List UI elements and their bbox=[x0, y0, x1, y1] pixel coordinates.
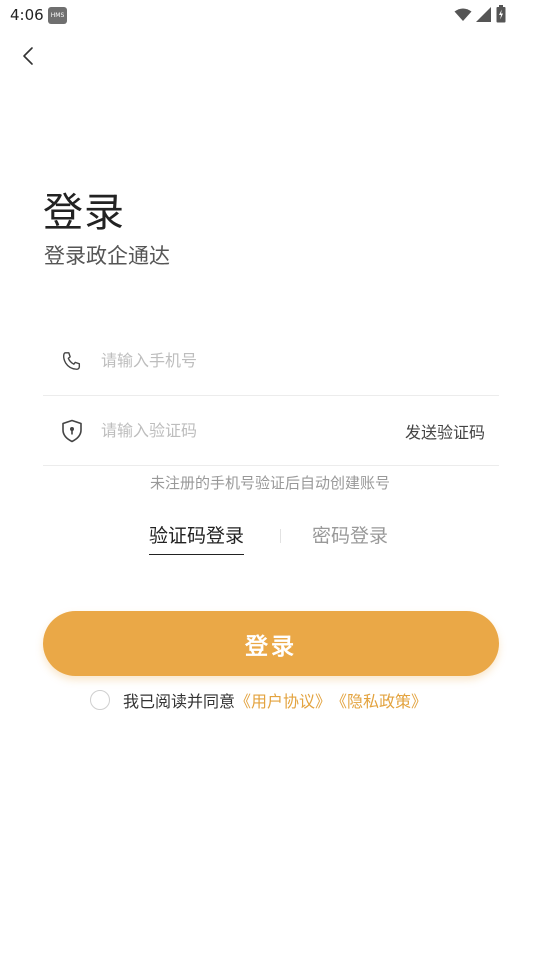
user-agreement-link[interactable]: 《用户协议》 bbox=[235, 688, 331, 712]
shield-icon bbox=[43, 419, 101, 443]
phone-icon bbox=[43, 350, 101, 372]
agreement-row: 我已阅读并同意 《用户协议》 《隐私政策》 bbox=[90, 688, 427, 712]
tab-divider bbox=[280, 529, 281, 543]
wifi-icon bbox=[454, 7, 472, 26]
page-subtitle: 登录政企通达 bbox=[44, 244, 170, 268]
agreement-prefix: 我已阅读并同意 bbox=[123, 692, 236, 711]
status-bar: 4:06 HMS bbox=[0, 0, 540, 32]
login-mode-tabs: 验证码登录 密码登录 bbox=[0, 521, 540, 557]
page-title: 登录 bbox=[43, 190, 125, 236]
login-button[interactable]: 登录 bbox=[43, 611, 499, 676]
back-icon bbox=[22, 46, 34, 70]
signal-icon bbox=[476, 6, 492, 26]
privacy-policy-link[interactable]: 《隐私政策》 bbox=[331, 688, 427, 712]
register-hint: 未注册的手机号验证后自动创建账号 bbox=[149, 474, 390, 492]
agreement-checkbox[interactable] bbox=[90, 690, 110, 710]
code-field-row: 发送验证码 bbox=[43, 396, 499, 466]
status-time: 4:06 bbox=[10, 6, 44, 24]
status-icons bbox=[454, 5, 506, 27]
battery-icon bbox=[496, 5, 506, 27]
phone-input[interactable] bbox=[101, 351, 499, 370]
tab-code-login[interactable]: 验证码登录 bbox=[149, 521, 245, 555]
send-code-button[interactable]: 发送验证码 bbox=[405, 419, 499, 443]
back-button[interactable] bbox=[14, 44, 42, 72]
tab-password-login[interactable]: 密码登录 bbox=[312, 521, 388, 548]
hms-badge: HMS bbox=[48, 7, 67, 24]
code-input[interactable] bbox=[101, 421, 405, 440]
phone-field-row bbox=[43, 326, 499, 396]
